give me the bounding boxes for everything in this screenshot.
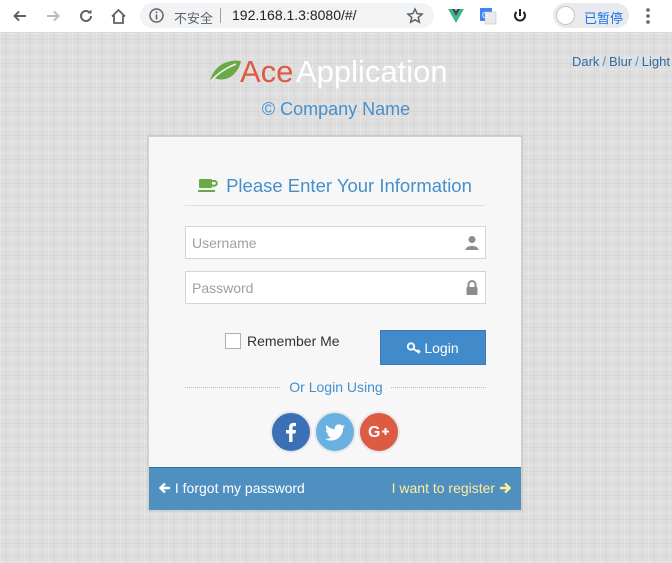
login-button-label: Login: [424, 339, 459, 356]
forward-arrow-icon: [47, 10, 60, 22]
facebook-login-button[interactable]: [270, 411, 312, 453]
google-translate-icon[interactable]: G: [479, 7, 497, 25]
login-box: Please Enter Your Information Remember M…: [148, 136, 522, 511]
or-login-using: Or Login Using: [149, 379, 523, 397]
back-button[interactable]: [10, 6, 30, 26]
theme-light-link[interactable]: Light: [642, 54, 670, 69]
password-input[interactable]: [186, 272, 462, 303]
home-icon: [110, 8, 126, 24]
register-label: I want to register: [391, 480, 496, 496]
bookmark-star-icon[interactable]: [406, 7, 424, 25]
theme-blur-link[interactable]: Blur: [609, 54, 632, 69]
address-bar[interactable]: 不安全 192.168.1.3:8080/#/: [140, 3, 434, 28]
browser-toolbar: 不安全 192.168.1.3:8080/#/ G 已暂停: [0, 0, 672, 33]
more-menu-icon[interactable]: [640, 7, 656, 25]
username-field-wrapper: [185, 226, 486, 259]
register-link[interactable]: I want to register: [392, 480, 511, 496]
svg-text:G: G: [482, 11, 488, 20]
profile-paused-button[interactable]: 已暂停: [553, 3, 629, 28]
login-footer: I forgot my password I want to register: [149, 467, 521, 510]
forgot-password-label: I forgot my password: [174, 480, 305, 496]
twitter-login-button[interactable]: [314, 411, 356, 453]
google-plus-login-button[interactable]: G: [358, 411, 400, 453]
twitter-icon: [325, 424, 345, 441]
home-button[interactable]: [108, 6, 128, 26]
brand-name-application: Application: [296, 54, 448, 89]
lock-icon: [466, 280, 478, 295]
user-icon: [465, 236, 479, 250]
username-input[interactable]: [186, 227, 462, 258]
reload-icon: [80, 9, 92, 22]
power-icon[interactable]: [511, 7, 529, 25]
avatar: [556, 6, 575, 25]
theme-switcher: Dark / Blur / Light: [572, 54, 670, 69]
svg-text:G: G: [368, 424, 380, 441]
security-label: 不安全: [174, 11, 214, 26]
reload-button[interactable]: [76, 6, 96, 26]
address-divider: [220, 8, 221, 23]
leaf-icon: [210, 60, 241, 82]
vue-devtools-icon[interactable]: [447, 7, 465, 25]
google-plus-icon: G: [368, 424, 389, 441]
brand-name-ace: Ace: [240, 54, 294, 89]
coffee-icon: [198, 179, 218, 192]
arrow-left-icon: [159, 482, 170, 494]
back-arrow-icon: [13, 10, 26, 22]
theme-dark-link[interactable]: Dark: [572, 54, 599, 69]
remember-me-checkbox[interactable]: [225, 333, 241, 349]
info-icon[interactable]: [148, 7, 165, 24]
url-text[interactable]: 192.168.1.3:8080/#/: [232, 7, 357, 23]
facebook-icon: [286, 422, 296, 442]
company-name: © Company Name: [261, 99, 411, 119]
forward-button[interactable]: [43, 6, 63, 26]
login-button[interactable]: Login: [380, 330, 486, 365]
forgot-password-link[interactable]: I forgot my password: [159, 480, 305, 496]
theme-separator: /: [602, 54, 607, 69]
password-field-wrapper: [185, 271, 486, 304]
arrow-right-icon: [500, 482, 511, 494]
profile-status-label: 已暂停: [584, 11, 624, 26]
login-header-title: Please Enter Your Information: [226, 175, 472, 196]
login-header: Please Enter Your Information: [185, 175, 485, 206]
page-background: Dark / Blur / Light Ace Application © Compan…: [0, 33, 672, 563]
key-icon: [407, 341, 421, 354]
or-login-using-label: Or Login Using: [281, 379, 391, 395]
theme-separator: /: [635, 54, 639, 69]
remember-me-label[interactable]: Remember Me: [247, 333, 340, 349]
